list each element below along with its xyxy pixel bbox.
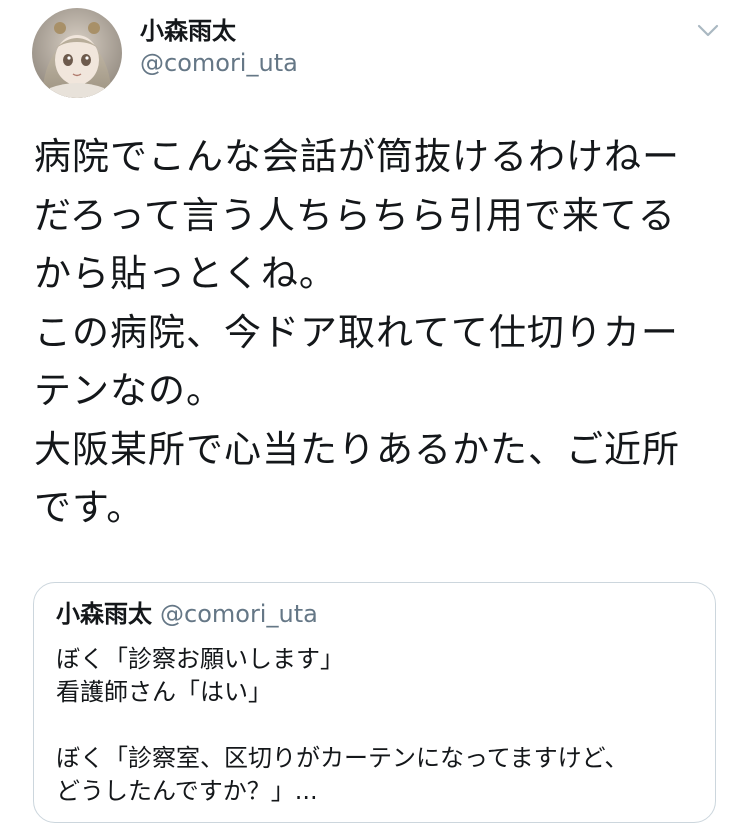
quoted-text-line — [56, 709, 696, 742]
tweet-menu-button[interactable] — [696, 18, 720, 42]
author-avatar[interactable] — [32, 8, 122, 98]
tweet-text-line: 病院でこんな会話が筒抜けるわけねー — [34, 135, 680, 178]
author-display-name[interactable]: 小森雨太 — [140, 16, 236, 46]
quoted-author-handle: @comori_uta — [160, 600, 318, 628]
tweet-body: 病院でこんな会話が筒抜けるわけねー だろって言う人ちらちら引用で来てる から貼っ… — [34, 128, 724, 538]
quoted-tweet-body: ぼく「診察お願いします」 看護師さん「はい」 ぼく「診察室、区切りがカーテンにな… — [56, 643, 696, 808]
tweet-text-line: から貼っとくね。 — [34, 252, 337, 295]
quoted-tweet-header: 小森雨太 @comori_uta — [56, 599, 318, 629]
tweet-text-line: テンなの。 — [34, 369, 224, 412]
quoted-text-line: ぼく「診察室、区切りがカーテンになってますけど、 — [56, 744, 629, 772]
quoted-text-line: ぼく「診察お願いします」 — [56, 645, 344, 673]
quoted-text-line: 看護師さん「はい」 — [56, 678, 272, 706]
chevron-down-icon — [697, 24, 719, 37]
author-handle[interactable]: @comori_uta — [140, 48, 298, 78]
tweet-text-line: 大阪某所で心当たりあるかた、ご近所 — [34, 427, 680, 471]
avatar-image-icon — [32, 8, 122, 98]
tweet-text-line: この病院、今ドア取れてて仕切りカー — [34, 310, 679, 354]
quoted-author-display-name: 小森雨太 — [56, 600, 152, 628]
quoted-text-line: どうしたんですか？」... — [56, 777, 318, 805]
tweet-text-line: です。 — [34, 486, 145, 529]
tweet-text-line: だろって言う人ちらちら引用で来てる — [34, 193, 676, 237]
quoted-tweet-card[interactable]: 小森雨太 @comori_uta ぼく「診察お願いします」 看護師さん「はい」 ぼ… — [33, 582, 716, 823]
